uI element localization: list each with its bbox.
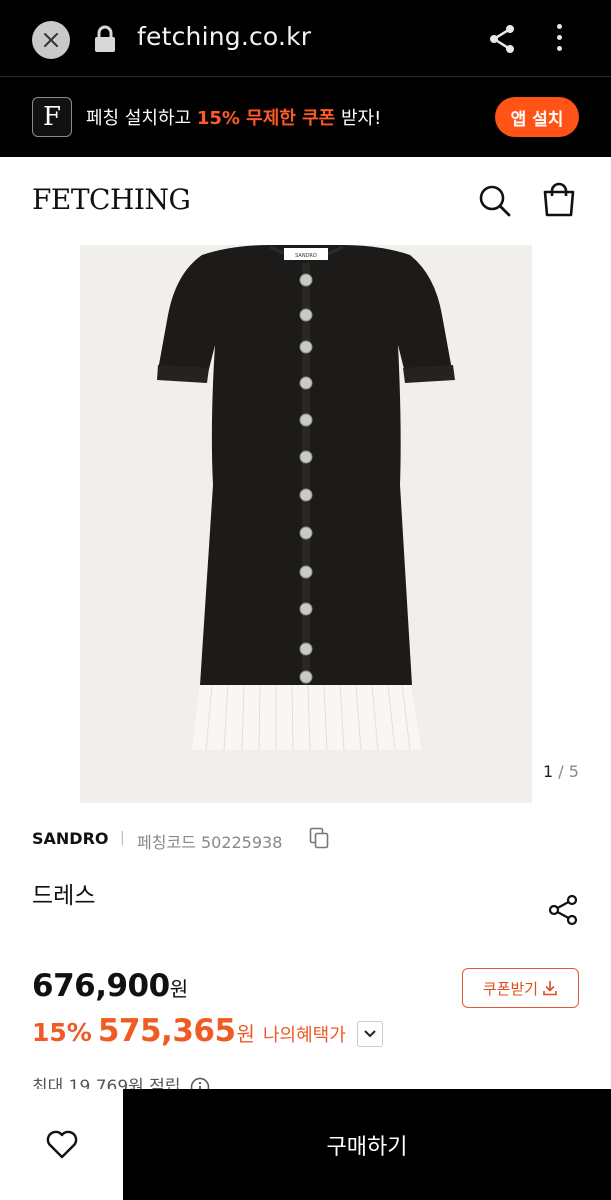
close-tab-button[interactable] [32, 21, 70, 59]
image-counter: 1 / 5 [543, 762, 579, 781]
heart-icon [46, 1130, 77, 1158]
buy-button[interactable]: 구매하기 [123, 1089, 611, 1200]
search-icon[interactable] [478, 184, 512, 218]
price-value: 676,900 [32, 968, 170, 1004]
garment-label-text: SANDRO [295, 253, 317, 259]
image-counter-current: 1 [543, 762, 554, 781]
image-counter-total: 5 [568, 762, 579, 781]
promo-text-before: 페칭 설치하고 [86, 108, 197, 129]
my-benefit-label: 나의혜택가 [262, 1025, 346, 1046]
product-code: 페칭코드 50225938 [137, 833, 283, 852]
price-currency: 원 [169, 977, 188, 1001]
divider: | [120, 830, 125, 846]
browser-bar: fetching.co.kr [0, 0, 611, 77]
site-logo[interactable]: FETCHING [32, 183, 191, 216]
close-icon [44, 33, 58, 47]
discount-currency: 원 [236, 1022, 255, 1046]
benefit-expand-button[interactable] [357, 1021, 383, 1047]
app-logo: F [32, 97, 72, 137]
url-text[interactable]: fetching.co.kr [137, 22, 311, 51]
discount-percent: 15% [32, 1018, 92, 1047]
chevron-down-icon [364, 1030, 376, 1038]
copy-icon[interactable] [309, 827, 329, 849]
app-install-button[interactable]: 앱 설치 [495, 97, 579, 137]
coupon-download-button[interactable]: 쿠폰받기 [462, 968, 579, 1008]
wishlist-button[interactable] [0, 1089, 123, 1200]
promo-text-after: 받자! [335, 108, 382, 129]
discount-price-row: 15% 575,365 원 나의혜택가 [32, 1013, 346, 1049]
bottom-action-bar: 구매하기 [0, 1089, 611, 1200]
discount-price: 575,365 [97, 1013, 236, 1049]
product-name: 드레스 [32, 883, 96, 909]
bag-icon[interactable] [541, 182, 577, 218]
share-icon[interactable] [488, 24, 516, 54]
share-icon[interactable] [547, 894, 579, 926]
brand-name[interactable]: SANDRO [32, 829, 109, 848]
coupon-label: 쿠폰받기 [482, 979, 539, 998]
original-price: 676,900원 [32, 968, 188, 1004]
product-photo: SANDRO [157, 245, 455, 751]
product-image[interactable]: SANDRO [80, 245, 532, 803]
download-icon [543, 981, 557, 996]
lock-icon [95, 25, 115, 52]
image-counter-separator: / [558, 762, 564, 781]
promo-text: 페칭 설치하고 15% 무제한 쿠폰 받자! [86, 104, 381, 130]
more-vert-icon[interactable] [550, 24, 568, 54]
promo-text-highlight: 15% 무제한 쿠폰 [196, 108, 336, 129]
